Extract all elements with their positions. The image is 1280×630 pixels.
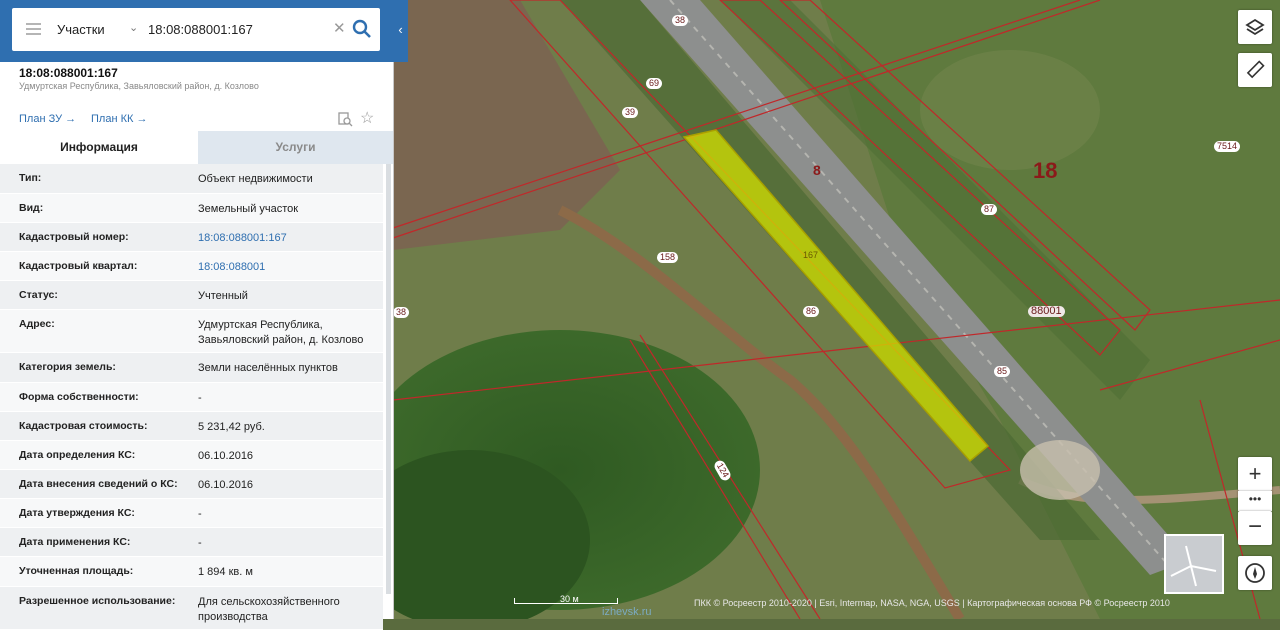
attribute-label: Вид:: [19, 202, 44, 214]
attribute-label: Кадастровая стоимость:: [19, 420, 148, 432]
map-label-39: 39: [622, 107, 639, 118]
map-label-block: 88001: [1028, 306, 1065, 317]
scrollbar[interactable]: [386, 164, 391, 594]
attribute-value: Земельный участок: [198, 203, 299, 215]
zoom-out-button[interactable]: −: [1238, 511, 1272, 545]
attribute-row: Кадастровый квартал: 18:08:088001: [0, 252, 383, 281]
map-attribution: ПКК © Росреестр 2010-2020 | Esri, Interm…: [694, 598, 1170, 608]
map-label-69: 69: [646, 78, 663, 89]
attribute-label: Статус:: [19, 289, 58, 301]
attribute-value: -: [198, 508, 202, 520]
document-search-icon[interactable]: [337, 111, 353, 127]
layers-button[interactable]: [1238, 10, 1272, 44]
info-panel: Участки ⌄ ✕ 18:08:088001:167 Удмуртская …: [0, 0, 394, 630]
hamburger-icon[interactable]: [26, 23, 41, 36]
scale-label: 30 м: [560, 594, 579, 604]
tab-services[interactable]: Услуги: [198, 131, 393, 164]
attribute-value: -: [198, 537, 202, 549]
attribute-label: Форма собственности:: [19, 391, 139, 403]
compass-icon: [1245, 563, 1265, 583]
geolocation-button[interactable]: [1238, 556, 1272, 590]
map-label-38: 38: [672, 15, 689, 26]
ruler-button[interactable]: [1238, 53, 1272, 87]
attribute-label: Дата утверждения КС:: [19, 507, 135, 519]
search-bar: Участки ⌄ ✕: [0, 0, 393, 62]
search-box: Участки ⌄ ✕: [12, 8, 380, 51]
map-label-87: 87: [981, 204, 998, 215]
ruler-icon: [1246, 60, 1265, 79]
minimap[interactable]: [1164, 534, 1224, 594]
attribute-row: Тип: Объект недвижимости: [0, 164, 383, 194]
attribute-label: Дата применения КС:: [19, 536, 131, 548]
attribute-row: Уточненная площадь: 1 894 кв. м: [0, 557, 383, 587]
tab-information[interactable]: Информация: [0, 131, 198, 164]
zoom-in-button[interactable]: +: [1238, 457, 1272, 491]
zoom-more-button[interactable]: •••: [1238, 491, 1272, 511]
map-label-85: 85: [994, 366, 1011, 377]
plan-zu-link[interactable]: План ЗУ →: [19, 113, 76, 125]
attribute-row: Кадастровая стоимость: 5 231,42 руб.: [0, 412, 383, 441]
attribute-row: Категория земель: Земли населённых пункто…: [0, 353, 383, 383]
attribute-row: Разрешенное использование: Для сельскохоз…: [0, 587, 383, 630]
attribute-label: Адрес:: [19, 318, 55, 330]
attribute-row: Кадастровый номер: 18:08:088001:167: [0, 223, 383, 252]
attribute-value: 5 231,42 руб.: [198, 421, 265, 433]
attribute-row: Статус: Учтенный: [0, 281, 383, 310]
attribute-label: Дата определения КС:: [19, 449, 136, 461]
attribute-row: Вид: Земельный участок: [0, 194, 383, 223]
star-icon[interactable]: ☆: [360, 108, 374, 128]
attribute-row: Адрес: Удмуртская Республика, Завьяловски…: [0, 310, 383, 353]
attribute-value-link[interactable]: 18:08:088001:167: [198, 231, 378, 246]
attribute-value: 1 894 кв. м: [198, 566, 253, 578]
attribute-value: Объект недвижимости: [198, 173, 313, 185]
attribute-value: 06.10.2016: [198, 479, 254, 491]
attribute-value-link[interactable]: 18:08:088001: [198, 260, 378, 275]
attribute-value: Для сельскохозяйственного производства: [198, 596, 340, 623]
map-label-158: 158: [657, 252, 679, 263]
map-label-167: 167: [803, 250, 819, 260]
attribute-row: Форма собственности: -: [0, 383, 383, 412]
tabs: Информация Услуги: [0, 131, 393, 164]
search-icon[interactable]: [352, 19, 372, 39]
close-icon[interactable]: ✕: [333, 19, 346, 37]
attribute-label: Кадастровый номер:: [19, 231, 129, 243]
attribute-row: Дата внесения сведений о КС: 06.10.2016: [0, 470, 383, 499]
attribute-label: Категория земель:: [19, 361, 116, 373]
attribute-row: Дата применения КС: -: [0, 528, 383, 557]
attribute-value: Удмуртская Республика, Завьяловский райо…: [198, 319, 364, 346]
attribute-value: Учтенный: [198, 290, 248, 302]
map-label-86: 86: [803, 306, 820, 317]
map-label-road: 8: [813, 162, 821, 178]
attribute-label: Дата внесения сведений о КС:: [19, 478, 178, 490]
collapse-panel-button[interactable]: ‹: [393, 0, 408, 62]
minimap-thumbnail: [1166, 536, 1222, 592]
map-label-quarter: 18: [1033, 158, 1058, 183]
attribute-value: 06.10.2016: [198, 450, 254, 462]
map-label-7514: 7514: [1214, 141, 1241, 152]
object-title: 18:08:088001:167: [19, 66, 118, 80]
attribute-row: Дата определения КС: 06.10.2016: [0, 441, 383, 470]
attribute-value: Земли населённых пунктов: [198, 362, 338, 374]
layers-icon: [1245, 18, 1265, 36]
category-select[interactable]: Участки: [57, 22, 105, 37]
chevron-down-icon[interactable]: ⌄: [129, 21, 138, 34]
attribute-label: Тип:: [19, 172, 42, 184]
attribute-value: -: [198, 392, 202, 404]
attribute-label: Уточненная площадь:: [19, 565, 134, 577]
object-address: Удмуртская Республика, Завьяловский райо…: [19, 81, 259, 91]
attribute-list: Тип: Объект недвижимости Вид: Земельный уча…: [0, 164, 393, 630]
attribute-row: Дата утверждения КС: -: [0, 499, 383, 528]
plan-kk-link[interactable]: План КК →: [91, 113, 147, 125]
attribute-label: Разрешенное использование:: [19, 595, 176, 607]
search-input[interactable]: [148, 19, 328, 39]
watermark: izhevsk.ru: [602, 606, 652, 618]
map-label-38-left: 38: [393, 307, 410, 318]
attribute-label: Кадастровый квартал:: [19, 260, 138, 272]
